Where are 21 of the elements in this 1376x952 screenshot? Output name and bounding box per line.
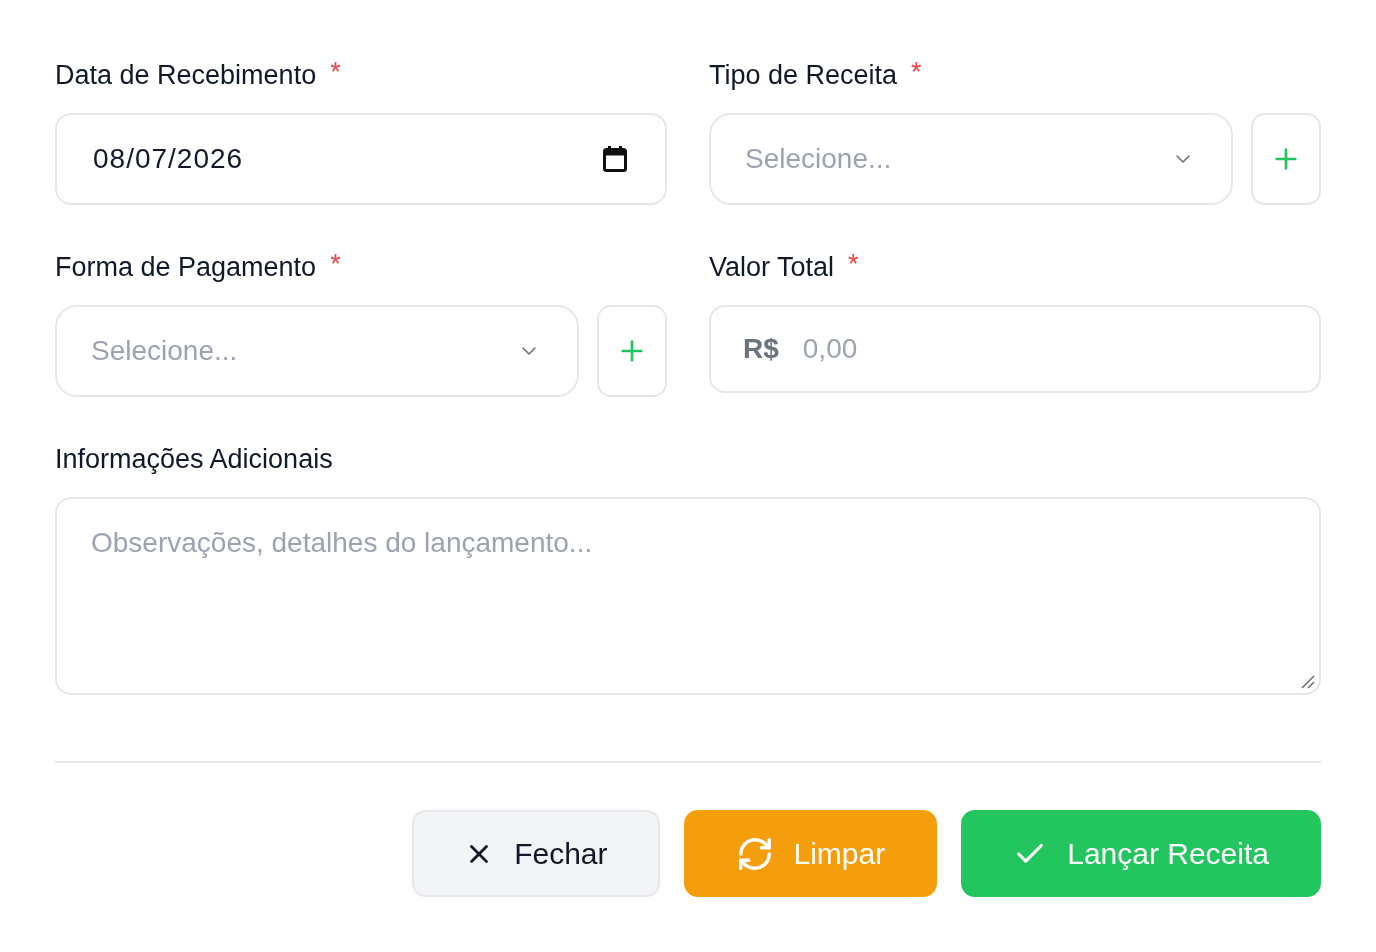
field-label: Forma de Pagamento [55, 251, 317, 284]
amount-placeholder: 0,00 [802, 333, 858, 365]
clear-button[interactable]: Limpar [683, 810, 938, 897]
select-field[interactable]: Selecione... [55, 305, 579, 397]
field-label: Valor Total [709, 251, 835, 284]
field-label: Tipo de Receita [709, 59, 898, 92]
resize-handle-icon[interactable] [1301, 675, 1315, 689]
required-asterisk: * [848, 249, 859, 279]
currency-symbol: R$ [743, 333, 779, 365]
submit-button[interactable]: Lançar Receita [961, 810, 1321, 897]
calendar-icon[interactable] [603, 146, 627, 172]
required-asterisk: * [330, 249, 341, 279]
select-field[interactable]: Selecione... [709, 113, 1233, 205]
date-field[interactable]: 08/07/2026 [55, 113, 667, 205]
required-asterisk: * [330, 57, 341, 87]
notes-field[interactable]: Observações, detalhes do lançamento... [55, 497, 1321, 695]
field-label: Data de Recebimento [55, 59, 317, 92]
field-label: Informações Adicionais [55, 443, 333, 476]
amount-field[interactable]: R$ 0,00 [709, 305, 1321, 393]
close-button[interactable]: Fechar [412, 810, 660, 897]
required-asterisk: * [911, 57, 922, 87]
